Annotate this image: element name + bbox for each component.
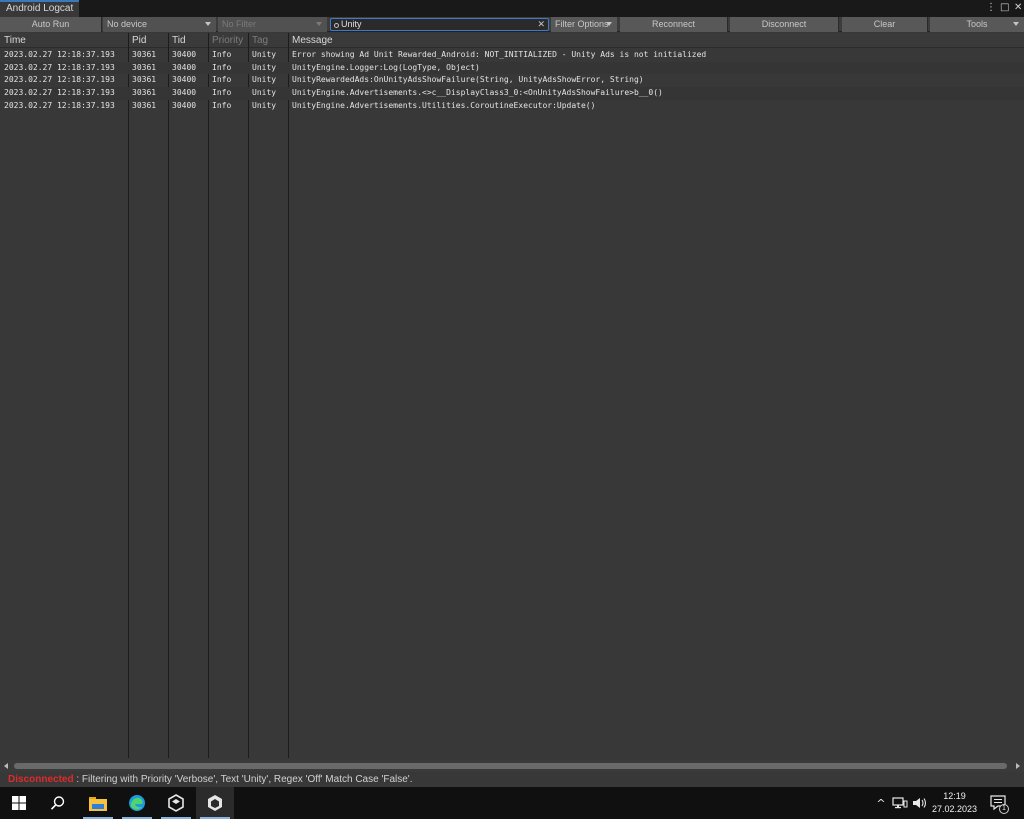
- row-message: UnityEngine.Logger:Log(LogType, Object): [292, 62, 480, 72]
- windows-taskbar: ^ 12:19 27.02.2023 1: [0, 787, 1024, 819]
- more-options-icon[interactable]: ⋮: [986, 1, 996, 15]
- search-input-value: Unity: [341, 19, 362, 29]
- clear-button[interactable]: Clear: [842, 17, 928, 32]
- row-message: UnityEngine.Advertisements.Utilities.Cor…: [292, 100, 596, 110]
- device-dropdown-label: No device: [107, 19, 148, 29]
- column-divider[interactable]: [248, 33, 249, 758]
- row-pid: 30361: [132, 62, 157, 72]
- chevron-down-icon: [606, 22, 612, 26]
- row-time: 2023.02.27 12:18:37.193: [4, 100, 115, 110]
- table-row[interactable]: 2023.02.27 12:18:37.193 30361 30400 Info…: [0, 74, 1024, 87]
- filter-dropdown-label: No Filter: [222, 19, 257, 29]
- table-row[interactable]: 2023.02.27 12:18:37.193 30361 30400 Info…: [0, 61, 1024, 75]
- row-priority: Info: [212, 50, 232, 59]
- column-tid[interactable]: Tid: [169, 33, 186, 48]
- chevron-down-icon: [316, 22, 322, 26]
- search-icon: [334, 23, 339, 28]
- column-priority[interactable]: Priority: [209, 33, 243, 48]
- clock-date: 27.02.2023: [931, 804, 977, 814]
- row-tag: Unity: [252, 88, 277, 98]
- windows-start-icon[interactable]: [0, 787, 38, 819]
- row-tid: 30400: [172, 62, 197, 72]
- row-pid: 30361: [132, 75, 157, 85]
- row-priority: Info: [212, 62, 232, 72]
- row-tag: Unity: [252, 50, 277, 59]
- logcat-toolbar: Auto Run No device No Filter Unity ✕ Fil…: [0, 17, 1024, 32]
- column-divider[interactable]: [128, 33, 129, 758]
- filter-options-label: Filter Options: [555, 19, 609, 29]
- filter-dropdown[interactable]: No Filter: [218, 17, 327, 32]
- taskbar-clock[interactable]: 12:19 27.02.2023: [932, 790, 977, 816]
- close-icon[interactable]: ✕: [1014, 1, 1022, 15]
- row-tag: Unity: [252, 100, 277, 110]
- filter-status-text: : Filtering with Priority 'Verbose', Tex…: [73, 774, 413, 785]
- column-divider[interactable]: [208, 33, 209, 758]
- column-divider[interactable]: [288, 33, 289, 758]
- notification-count-badge: 1: [999, 804, 1009, 814]
- row-time: 2023.02.27 12:18:37.193: [4, 50, 115, 59]
- device-dropdown[interactable]: No device: [103, 17, 216, 32]
- tools-dropdown[interactable]: Tools: [930, 17, 1024, 32]
- unity-editor-icon[interactable]: [196, 787, 234, 819]
- chevron-down-icon: [205, 22, 211, 26]
- row-time: 2023.02.27 12:18:37.193: [4, 62, 115, 72]
- tab-android-logcat[interactable]: Android Logcat: [0, 0, 80, 17]
- filter-options-button[interactable]: Filter Options: [551, 17, 617, 32]
- connection-status: Disconnected: [8, 774, 74, 785]
- row-time: 2023.02.27 12:18:37.193: [4, 88, 115, 98]
- table-row[interactable]: 2023.02.27 12:18:37.193 30361 30400 Info…: [0, 87, 1024, 100]
- status-bar: Disconnected : Filtering with Priority '…: [0, 772, 1024, 787]
- search-icon[interactable]: [39, 787, 77, 819]
- system-tray: ^: [874, 787, 928, 819]
- chevron-up-icon[interactable]: ^: [874, 797, 888, 810]
- volume-icon[interactable]: [912, 796, 928, 810]
- column-tag[interactable]: Tag: [249, 33, 268, 48]
- horizontal-scrollbar[interactable]: [0, 760, 1024, 772]
- editor-tab-bar: Android Logcat ⋮ □ ✕: [0, 0, 1024, 17]
- row-tag: Unity: [252, 75, 277, 85]
- scrollbar-thumb[interactable]: [14, 763, 1007, 769]
- column-pid[interactable]: Pid: [129, 33, 146, 48]
- row-tid: 30400: [172, 100, 197, 110]
- column-divider[interactable]: [168, 33, 169, 758]
- search-input[interactable]: Unity ✕: [330, 18, 549, 31]
- row-tid: 30400: [172, 75, 197, 85]
- log-table-body: 2023.02.27 12:18:37.193 30361 30400 Info…: [0, 49, 1024, 112]
- disconnect-button[interactable]: Disconnect: [730, 17, 839, 32]
- scroll-right-icon[interactable]: [1016, 763, 1020, 769]
- log-table-header: Time Pid Tid Priority Tag Message: [0, 33, 1024, 48]
- chevron-down-icon: [1013, 22, 1019, 26]
- row-pid: 30361: [132, 50, 157, 59]
- scroll-left-icon[interactable]: [4, 763, 8, 769]
- window-controls: ⋮ □ ✕: [986, 1, 1022, 15]
- reconnect-button[interactable]: Reconnect: [620, 17, 728, 32]
- column-time[interactable]: Time: [1, 33, 26, 48]
- row-tid: 30400: [172, 50, 197, 59]
- network-icon[interactable]: [892, 796, 908, 810]
- column-message[interactable]: Message: [289, 33, 333, 48]
- edge-browser-icon[interactable]: [118, 787, 156, 819]
- row-priority: Info: [212, 75, 232, 85]
- maximize-icon[interactable]: □: [1000, 1, 1009, 15]
- row-message: Error showing Ad Unit Rewarded_Android: …: [292, 50, 707, 59]
- clear-search-icon[interactable]: ✕: [537, 19, 545, 30]
- table-row[interactable]: 2023.02.27 12:18:37.193 30361 30400 Info…: [0, 49, 1024, 62]
- row-tag: Unity: [252, 62, 277, 72]
- tools-dropdown-label: Tools: [966, 19, 988, 29]
- row-pid: 30361: [132, 88, 157, 98]
- row-tid: 30400: [172, 88, 197, 98]
- notification-center[interactable]: 1: [990, 787, 1009, 819]
- file-explorer-icon[interactable]: [79, 787, 117, 819]
- unity-hub-icon[interactable]: [157, 787, 195, 819]
- row-priority: Info: [212, 88, 232, 98]
- auto-run-button[interactable]: Auto Run: [0, 17, 102, 32]
- row-message: UnityRewardedAds:OnUnityAdsShowFailure(S…: [292, 75, 644, 85]
- clock-time: 12:19: [943, 791, 966, 801]
- table-row[interactable]: 2023.02.27 12:18:37.193 30361 30400 Info…: [0, 100, 1024, 113]
- row-time: 2023.02.27 12:18:37.193: [4, 75, 115, 85]
- row-message: UnityEngine.Advertisements.<>c__DisplayC…: [292, 88, 663, 98]
- row-priority: Info: [212, 100, 232, 110]
- row-pid: 30361: [132, 100, 157, 110]
